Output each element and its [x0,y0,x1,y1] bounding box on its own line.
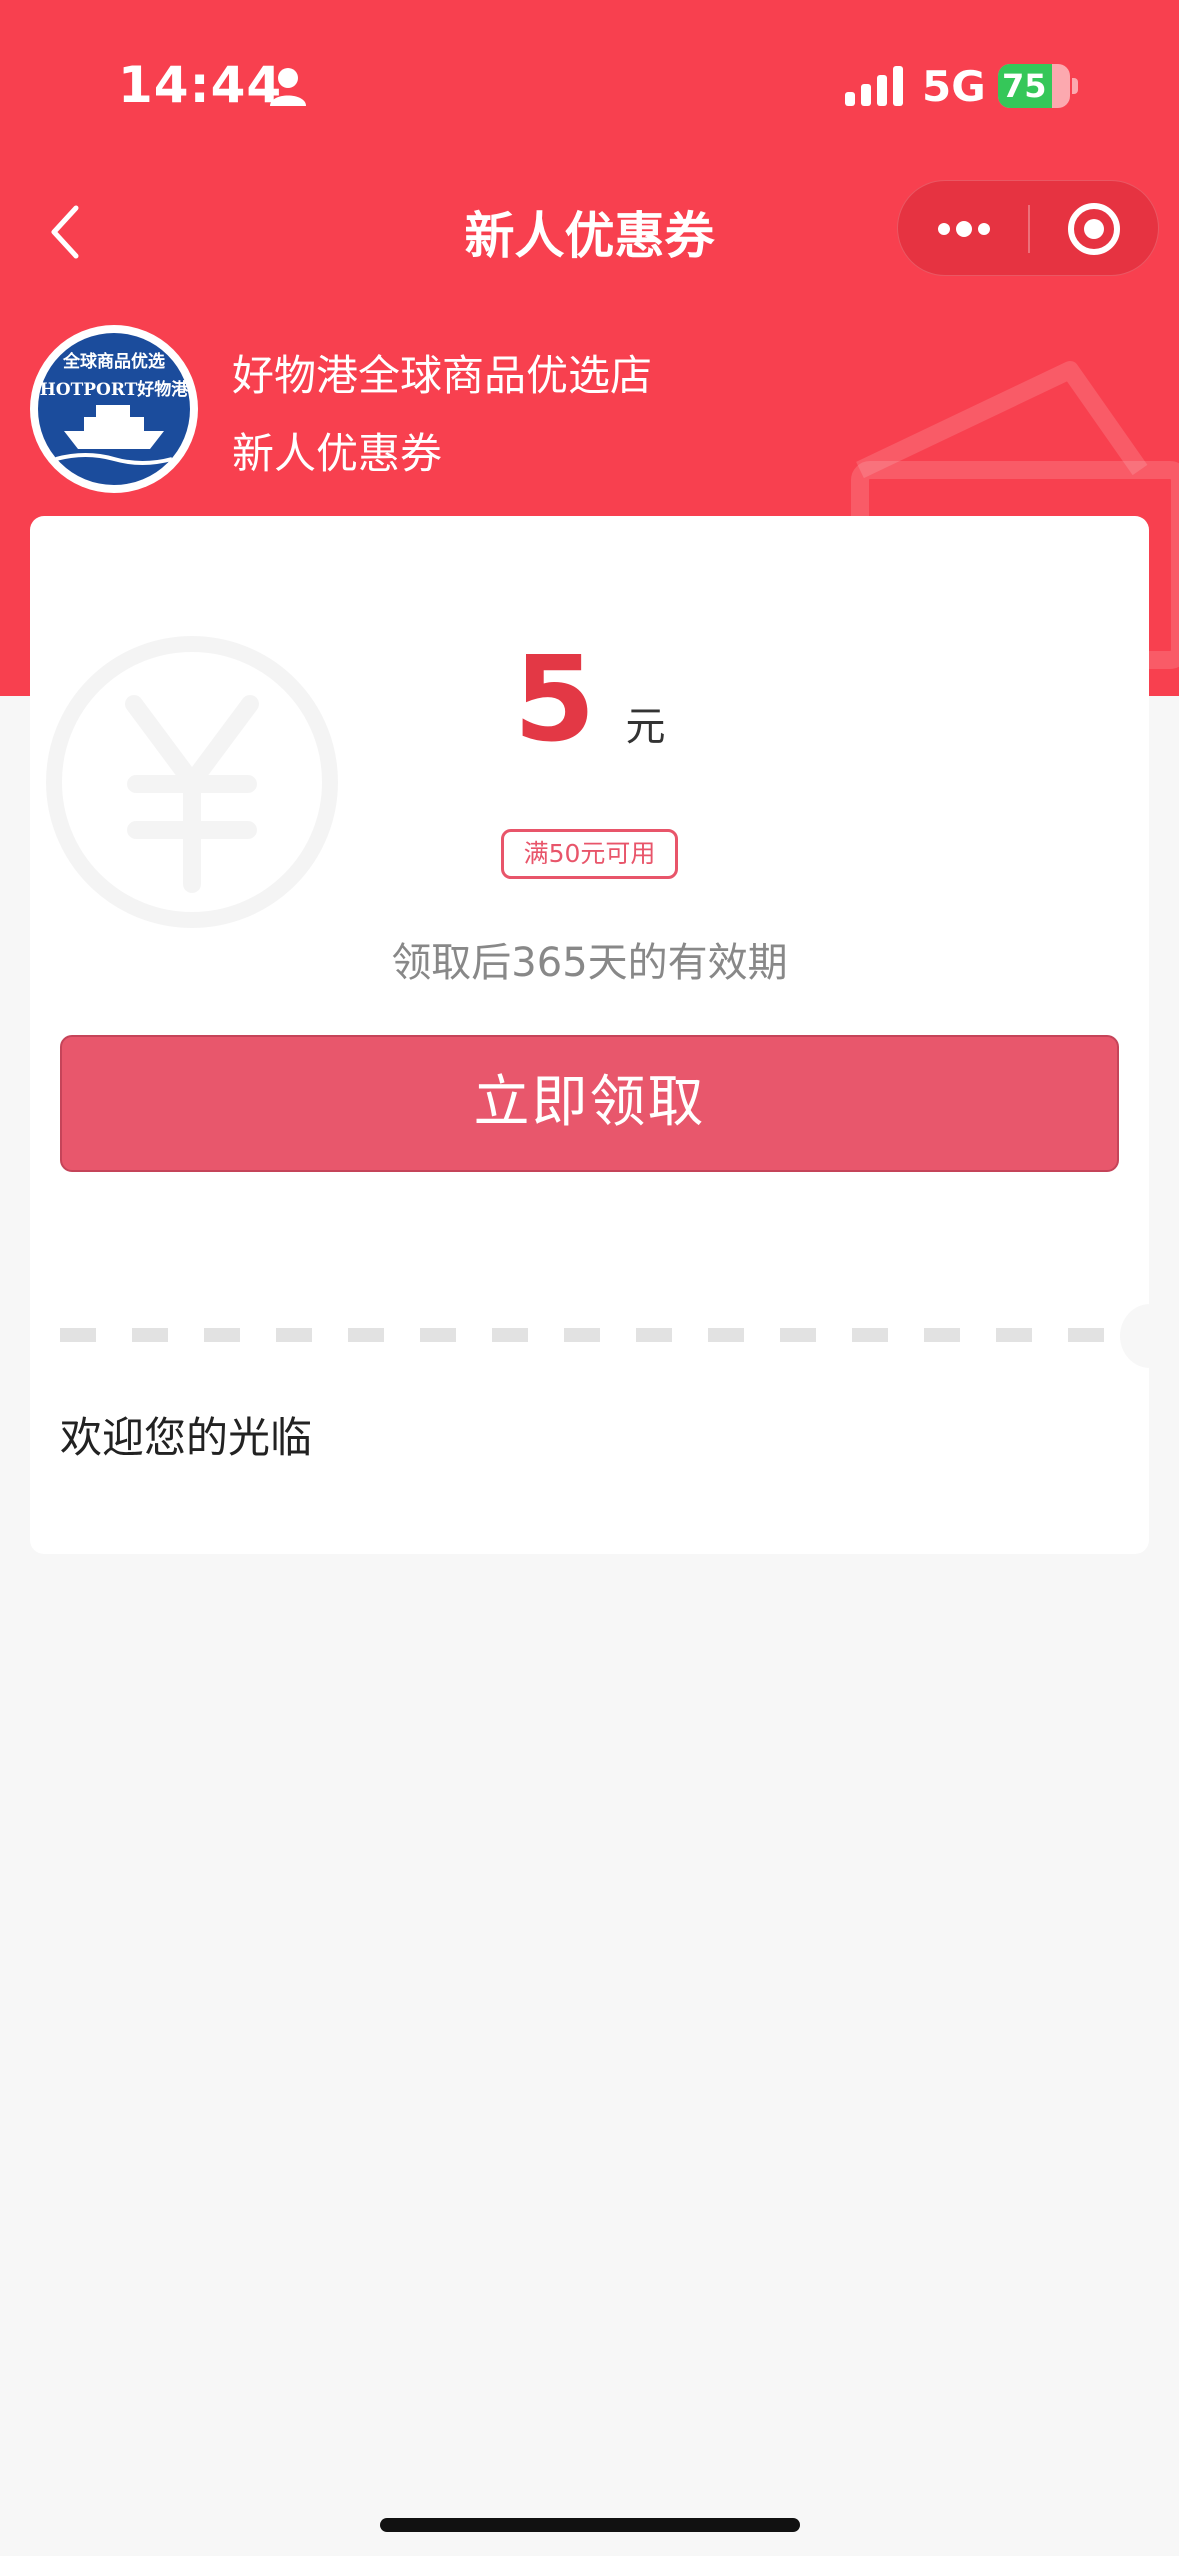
status-bar: 14:44 5G 75 [0,0,1179,170]
welcome-text: 欢迎您的光临 [60,1413,313,1462]
status-time: 14:44 [118,56,283,114]
battery-icon: 75 [998,64,1078,108]
validity-text: 领取后365天的有效期 [391,940,788,986]
logo-text-top: 全球商品优选 [62,351,165,372]
card-notch-left [0,1304,28,1368]
nav-bar: 新人优惠券 [0,170,1179,290]
home-indicator[interactable] [380,2518,800,2532]
mini-program-capsule [897,180,1159,276]
shop-subtitle: 新人优惠券 [232,429,443,478]
card-notch-right [1120,1304,1179,1368]
target-icon[interactable] [1066,201,1122,257]
claim-button[interactable]: 立即领取 [60,1035,1119,1172]
more-icon[interactable] [934,211,994,247]
coupon-amount-row: 5元 [0,630,1179,768]
shop-name: 好物港全球商品优选店 [232,351,653,400]
person-icon [270,68,306,106]
logo-text-main: HOTPORT好物港 [40,379,190,400]
network-label: 5G [922,62,986,111]
coupon-unit: 元 [625,704,666,750]
shop-logo: 全球商品优选 HOTPORT好物港 [30,325,198,493]
signal-icon [845,66,903,106]
dashed-divider [60,1328,1119,1342]
usage-condition-badge: 满50元可用 [501,829,678,879]
capsule-divider [1028,205,1030,253]
coupon-amount: 5 [513,630,596,768]
battery-level-text: 75 [1002,67,1047,105]
